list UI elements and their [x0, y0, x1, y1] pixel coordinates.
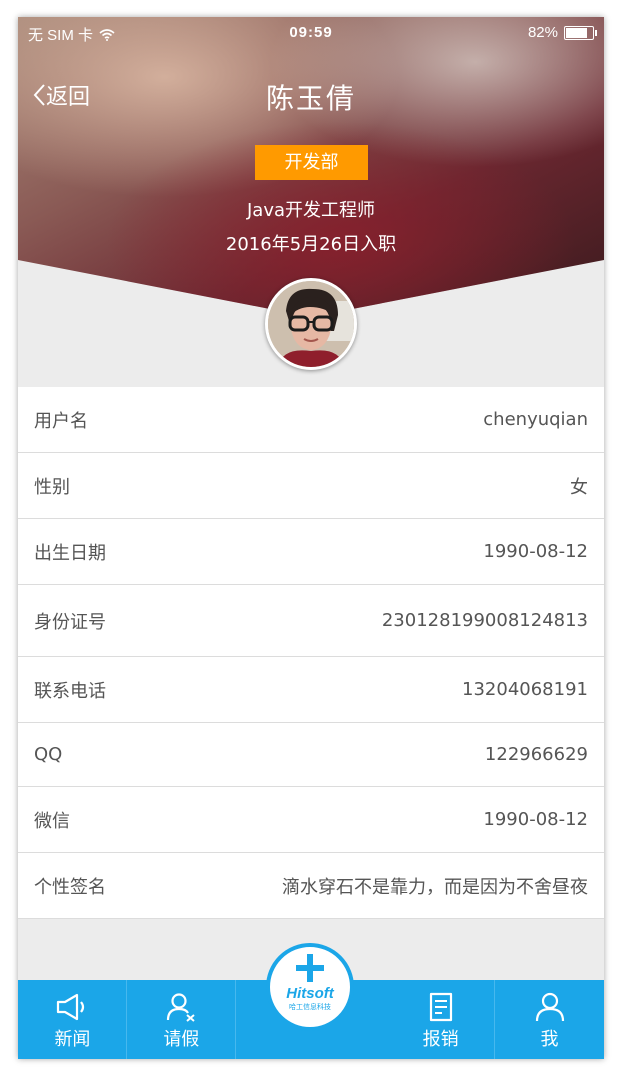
row-wechat: 微信 1990-08-12: [18, 787, 604, 853]
row-gender: 性别 女: [18, 453, 604, 519]
tab-label: 请假: [163, 1029, 200, 1050]
phone-screen: 无 SIM 卡 09:59 82% 返回 陈玉倩 开发部 Java开发工程师 2…: [18, 17, 604, 1059]
tab-news[interactable]: 新闻: [18, 980, 127, 1059]
row-value: 滴水穿石不是靠力，而是因为不舍昼夜: [282, 876, 588, 898]
avatar[interactable]: [265, 278, 357, 370]
row-label: 微信: [34, 810, 70, 832]
row-value: 13204068191: [462, 679, 588, 700]
tab-label: 新闻: [54, 1029, 91, 1050]
row-label: 性别: [34, 476, 70, 498]
department-badge: 开发部: [255, 145, 368, 180]
row-label: 出生日期: [34, 542, 106, 564]
status-bar: 无 SIM 卡 09:59 82%: [18, 17, 604, 49]
row-username: 用户名 chenyuqian: [18, 387, 604, 453]
row-label: 用户名: [34, 410, 88, 432]
brand-subtitle: 哈工信息科技: [289, 1003, 331, 1011]
row-label: 个性签名: [34, 876, 106, 898]
row-value: 230128199008124813: [381, 610, 588, 631]
megaphone-icon: [57, 993, 85, 1021]
tab-me[interactable]: 我: [495, 980, 604, 1059]
page-title: 陈玉倩: [265, 82, 356, 115]
tab-label: 我: [540, 1029, 559, 1050]
tab-label: 报销: [422, 1029, 459, 1050]
job-title: Java开发工程师: [246, 200, 376, 221]
center-add-button[interactable]: Hitsoft 哈工信息科技: [266, 943, 354, 1031]
battery-percent: 82%: [527, 24, 558, 41]
hire-date: 2016年5月26日入职: [225, 234, 397, 255]
row-qq: QQ 122966629: [18, 723, 604, 787]
clock: 09:59: [289, 24, 333, 41]
user-icon: [535, 992, 564, 1022]
row-label: QQ: [34, 744, 63, 765]
row-value: 女: [570, 476, 588, 498]
avatar-photo: [268, 281, 354, 367]
row-label: 身份证号: [34, 611, 106, 633]
row-value: chenyuqian: [483, 409, 588, 430]
row-id-number: 身份证号 230128199008124813: [18, 585, 604, 657]
row-signature: 个性签名 滴水穿石不是靠力，而是因为不舍昼夜: [18, 853, 604, 919]
row-label: 联系电话: [34, 680, 106, 702]
profile-info-list: 用户名 chenyuqian 性别 女 出生日期 1990-08-12 身份证号…: [18, 387, 604, 919]
plus-icon: [296, 954, 324, 982]
row-value: 1990-08-12: [483, 541, 588, 562]
document-icon: [429, 992, 452, 1022]
row-value: 1990-08-12: [483, 809, 588, 830]
brand-logo-text: Hitsoft: [286, 985, 334, 1002]
battery-icon: [564, 25, 597, 40]
row-phone: 联系电话 13204068191: [18, 657, 604, 723]
user-leave-icon: [167, 993, 195, 1022]
profile-header: 无 SIM 卡 09:59 82% 返回 陈玉倩 开发部 Java开发工程师 2…: [18, 17, 604, 387]
row-value: 122966629: [484, 744, 588, 765]
tab-reimburse[interactable]: 报销: [386, 980, 495, 1059]
tab-leave[interactable]: 请假: [127, 980, 236, 1059]
row-birthdate: 出生日期 1990-08-12: [18, 519, 604, 585]
